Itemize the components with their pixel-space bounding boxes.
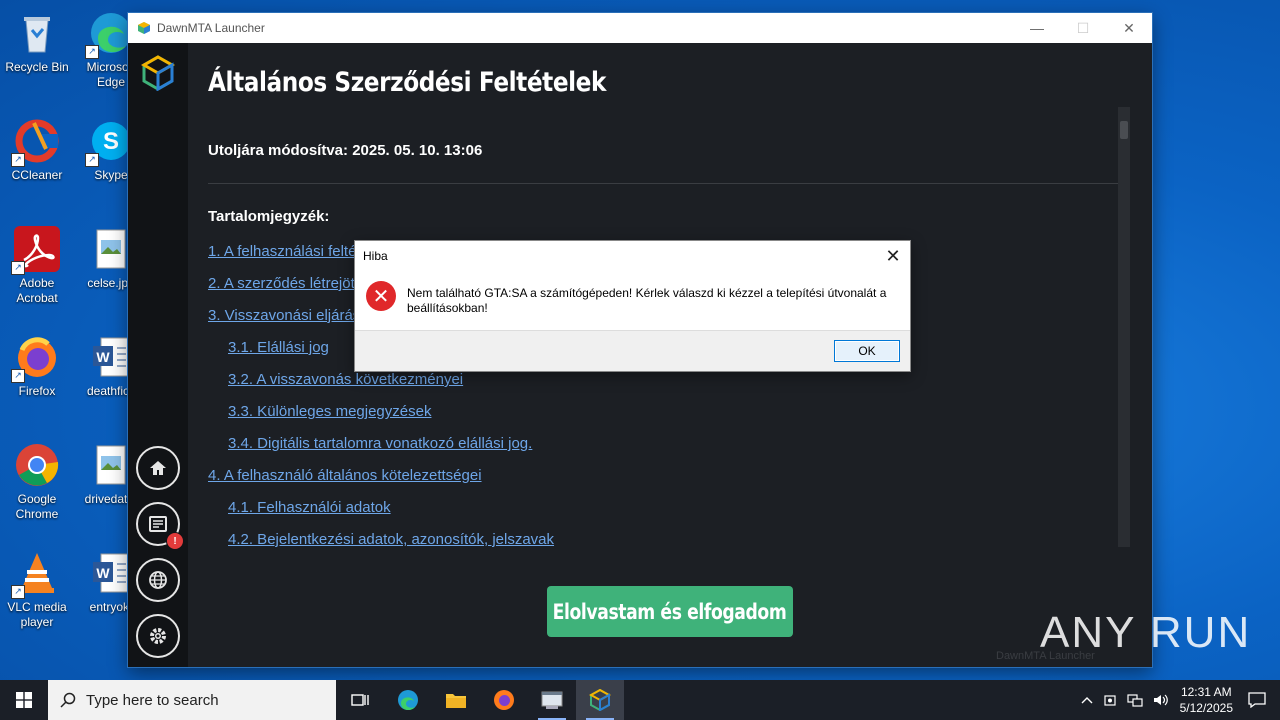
recycle-bin-icon	[14, 10, 60, 56]
shortcut-arrow-icon: ↗	[11, 261, 25, 275]
error-icon: ✕	[366, 281, 396, 311]
dawnmta-logo-icon	[138, 22, 150, 34]
desktop-icon-adobe-acrobat[interactable]: ↗ Adobe Acrobat	[0, 222, 74, 306]
adobe-acrobat-icon: ↗	[11, 226, 60, 275]
scrollbar[interactable]	[1118, 107, 1130, 547]
dialog-message: Nem található GTA:SA a számítógépeden! K…	[407, 286, 887, 315]
desktop-icon-google-chrome[interactable]: Google Chrome	[0, 438, 74, 522]
window-title: DawnMTA Launcher	[157, 21, 265, 35]
volume-icon[interactable]	[1153, 693, 1169, 707]
toc-link[interactable]: 4. A felhasználó általános kötelezettség…	[208, 467, 482, 484]
toc-link[interactable]: 3.3. Különleges megjegyzések	[228, 403, 431, 420]
dialog-title: Hiba	[363, 249, 388, 263]
toc-link[interactable]: 2. A szerződés létrejötte	[208, 275, 367, 292]
minimize-button[interactable]: —	[1014, 13, 1060, 43]
news-icon	[149, 516, 167, 532]
notification-badge: !	[166, 532, 184, 550]
divider	[208, 183, 1118, 184]
clock-date: 5/12/2025	[1179, 701, 1233, 715]
folder-icon	[446, 694, 466, 708]
window-app-icon	[541, 691, 563, 709]
desktop-icon-firefox[interactable]: ↗ Firefox	[0, 330, 74, 399]
home-button[interactable]	[136, 446, 180, 490]
dialog-close-button[interactable]: ✕	[882, 245, 904, 267]
taskbar: Type here to search 12:31 AM 5/12/2025	[0, 680, 1280, 720]
clock[interactable]: 12:31 AM 5/12/2025	[1180, 684, 1233, 716]
shortcut-arrow-icon: ↗	[11, 153, 25, 167]
desktop-icon-vlc[interactable]: ↗ VLC media player	[0, 546, 74, 630]
accept-button-label: Elolvastam és elfogadom	[553, 599, 787, 624]
desktop-icon-ccleaner[interactable]: ↗ CCleaner	[0, 114, 74, 183]
search-placeholder: Type here to search	[86, 691, 219, 709]
desktop-icon-label: CCleaner	[11, 168, 63, 182]
globe-button[interactable]	[136, 558, 180, 602]
maximize-button[interactable]: ☐	[1060, 13, 1106, 43]
clock-time: 12:31 AM	[1180, 685, 1232, 699]
shortcut-arrow-icon: ↗	[85, 45, 99, 59]
shortcut-arrow-icon: ↗	[85, 153, 99, 167]
dawnmta-logo-icon	[589, 689, 611, 711]
error-dialog: Hiba ✕ ✕ Nem található GTA:SA a számítóg…	[354, 240, 911, 372]
toc-link[interactable]: 4.1. Felhasználói adatok	[228, 499, 391, 516]
anyrun-brand: ANY RUN	[1040, 608, 1252, 657]
toc-link[interactable]: 3. Visszavonási eljárás	[208, 307, 360, 324]
security-icon[interactable]	[1103, 693, 1117, 707]
search-icon	[60, 692, 76, 708]
accept-button[interactable]: Elolvastam és elfogadom	[547, 586, 793, 637]
desktop-icon-label: Adobe Acrobat	[16, 276, 58, 305]
toc-title: Tartalomjegyzék:	[208, 208, 330, 225]
svg-text:W: W	[96, 349, 110, 365]
chrome-icon	[14, 442, 60, 488]
taskbar-edge[interactable]	[384, 680, 432, 720]
ok-button[interactable]: OK	[834, 340, 900, 362]
toc-link[interactable]: 4.2. Bejelentkezési adatok, azonosítók, …	[228, 531, 554, 548]
ccleaner-icon: ↗	[11, 118, 60, 167]
sidebar: !	[128, 43, 188, 667]
edge-icon	[398, 690, 418, 711]
desktop-icon-label: Recycle Bin	[5, 60, 69, 74]
desktop-icon-label: Firefox	[18, 384, 56, 398]
close-button[interactable]: ✕	[1106, 13, 1152, 43]
taskbar-app[interactable]	[528, 680, 576, 720]
network-icon[interactable]	[1127, 693, 1143, 707]
gear-icon	[150, 628, 166, 644]
firefox-icon	[494, 690, 514, 710]
task-view-icon	[351, 694, 369, 706]
home-icon	[150, 461, 166, 475]
taskbar-file-explorer[interactable]	[432, 680, 480, 720]
desktop-icon-label: VLC media player	[7, 600, 67, 629]
desktop-icon-recycle-bin[interactable]: Recycle Bin	[0, 6, 74, 75]
toc-link[interactable]: 3.1. Elállási jog	[228, 339, 329, 356]
search-box[interactable]: Type here to search	[48, 680, 336, 720]
svg-text:S: S	[103, 128, 119, 155]
start-button[interactable]	[0, 680, 48, 720]
toc-link[interactable]: 3.2. A visszavonás következményei	[228, 371, 463, 388]
dialog-footer: OK	[355, 330, 910, 371]
toc-link[interactable]: 3.4. Digitális tartalomra vonatkozó elál…	[228, 435, 532, 452]
last-modified: Utoljára módosítva: 2025. 05. 10. 13:06	[208, 142, 483, 159]
shortcut-arrow-icon: ↗	[11, 585, 25, 599]
settings-button[interactable]	[136, 614, 180, 658]
notification-icon[interactable]	[1248, 692, 1266, 708]
shortcut-arrow-icon: ↗	[11, 369, 25, 383]
task-view-button[interactable]	[336, 680, 384, 720]
firefox-icon: ↗	[11, 334, 60, 383]
window-titlebar[interactable]: DawnMTA Launcher — ☐ ✕	[128, 13, 1152, 43]
anyrun-watermark: ANY RUN	[1040, 608, 1251, 658]
taskbar-firefox[interactable]	[480, 680, 528, 720]
page-title: Általános Szerződési Feltételek	[208, 67, 607, 98]
system-tray: 12:31 AM 5/12/2025	[1076, 680, 1280, 720]
chevron-up-icon[interactable]	[1081, 696, 1093, 704]
desktop-icon-label: Google Chrome	[15, 492, 59, 521]
globe-icon	[149, 571, 167, 589]
scrollbar-thumb[interactable]	[1120, 121, 1128, 139]
vlc-icon: ↗	[11, 550, 60, 599]
svg-text:W: W	[96, 565, 110, 581]
dawnmta-logo	[140, 55, 176, 91]
windows-icon	[16, 692, 32, 708]
taskbar-dawnmta[interactable]	[576, 680, 624, 720]
news-button[interactable]: !	[136, 502, 184, 550]
